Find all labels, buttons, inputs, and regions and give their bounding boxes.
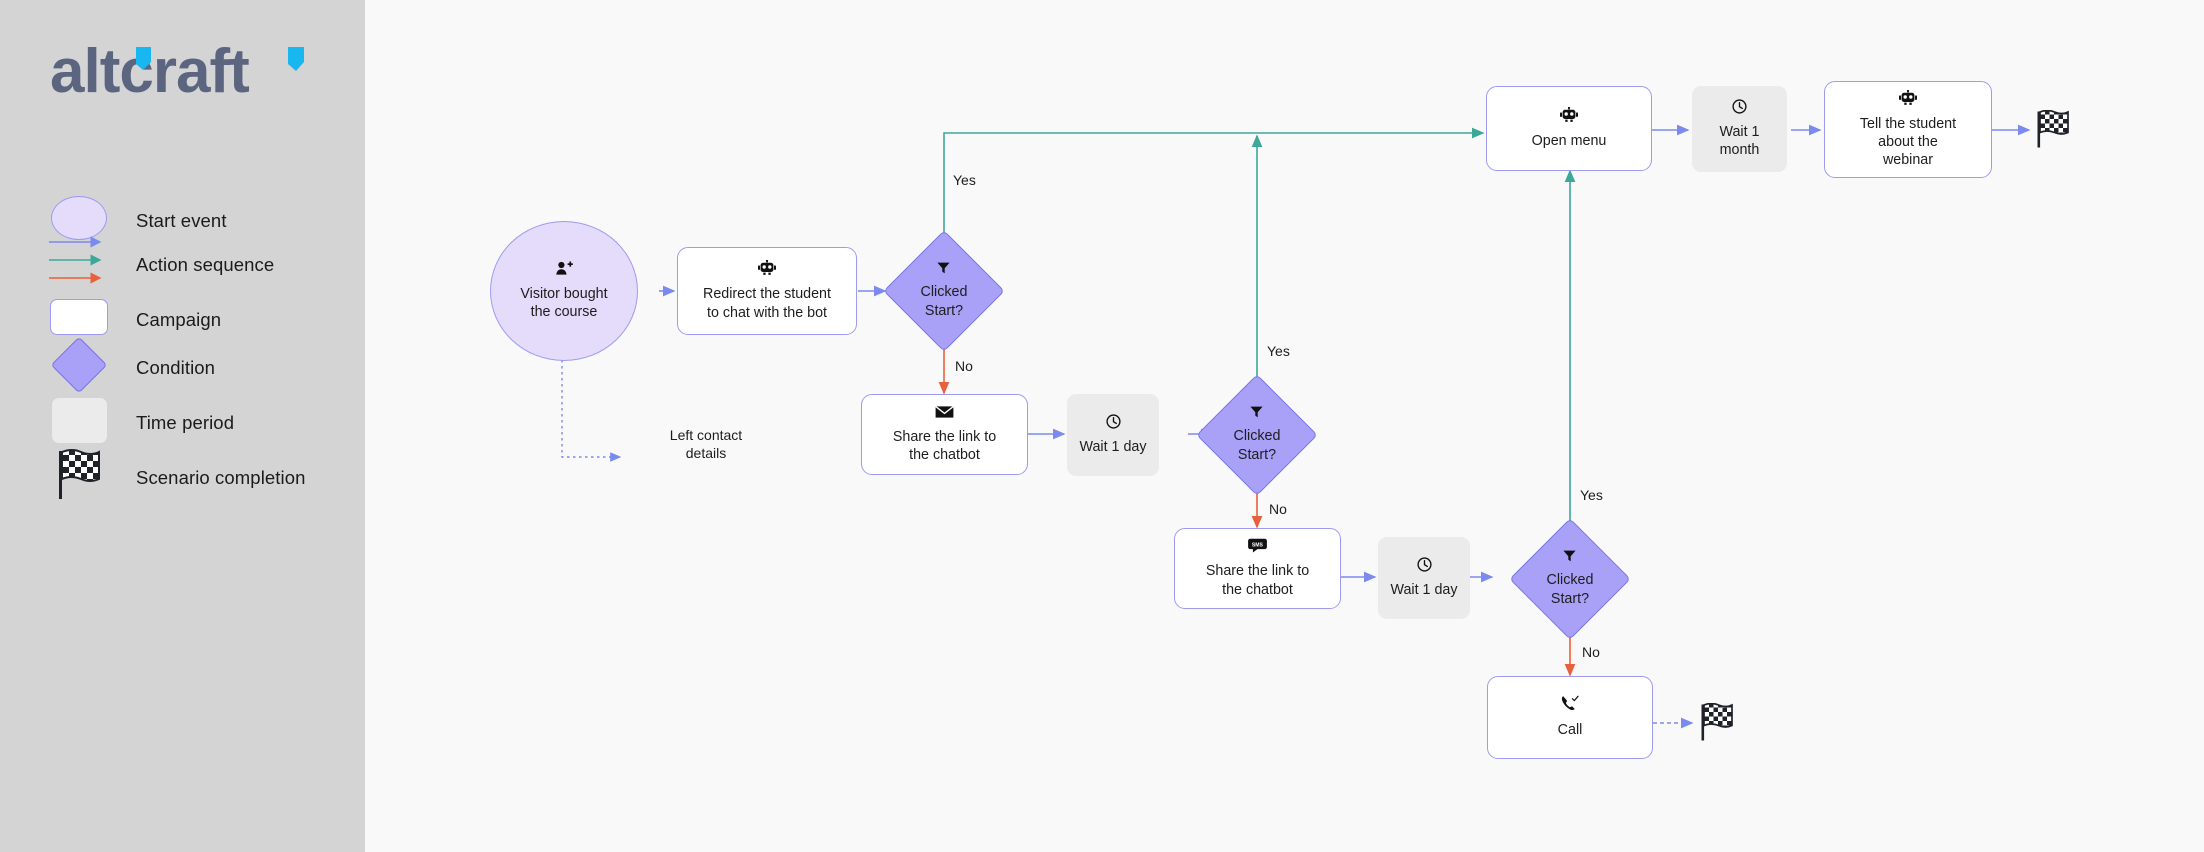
edge-label-yes-1: Yes — [953, 172, 976, 188]
filter-icon — [1250, 406, 1264, 422]
legend-label-time-period: Time period — [136, 412, 235, 433]
node-label: Wait 1 day — [1079, 438, 1147, 455]
gray-rect-shape-icon — [48, 390, 110, 450]
legend-item-scenario-completion: Scenario completion — [0, 445, 365, 505]
clock-icon — [1732, 99, 1747, 118]
node-label: Tell the student about the webinar — [1859, 115, 1957, 169]
person-add-icon — [555, 261, 573, 280]
filter-icon — [1563, 550, 1577, 566]
scenario-diagram-page: altcraft Start event Action sequence Cam… — [0, 0, 2204, 852]
legend-label-campaign: Campaign — [136, 309, 222, 330]
edge-label-no-2: No — [1269, 501, 1287, 517]
node-condition-clicked-start-1[interactable]: Clicked Start? — [883, 230, 1005, 352]
node-condition-clicked-start-2[interactable]: Clicked Start? — [1196, 374, 1318, 496]
legend-item-time-period: Time period — [0, 390, 365, 450]
node-open-menu[interactable]: Open menu — [1486, 86, 1652, 171]
node-label: Clicked Start? — [1546, 572, 1594, 607]
checkered-flag-icon-top — [2036, 109, 2070, 148]
robot-icon — [1899, 89, 1917, 110]
node-label: Call — [1557, 722, 1583, 739]
legend-sidebar: altcraft Start event Action sequence Cam… — [0, 0, 365, 852]
sms-icon: SMS — [1248, 538, 1267, 557]
robot-icon — [1560, 106, 1578, 127]
node-call[interactable]: Call — [1487, 676, 1653, 759]
clock-icon — [1416, 557, 1432, 576]
edge-label-yes-2: Yes — [1267, 343, 1290, 359]
node-label: Share the link to the chatbot — [892, 428, 997, 463]
node-label: Wait 1 month — [1719, 123, 1760, 158]
legend-label-condition: Condition — [136, 357, 216, 378]
node-wait-1-day-1[interactable]: Wait 1 day — [1067, 394, 1159, 476]
node-share-link-sms[interactable]: SMS Share the link to the chatbot — [1174, 528, 1341, 609]
legend-label-scenario-completion: Scenario completion — [136, 467, 306, 488]
node-condition-clicked-start-3[interactable]: Clicked Start? — [1509, 518, 1631, 640]
email-icon — [935, 405, 954, 423]
edge-label-yes-3: Yes — [1580, 487, 1603, 503]
legend-item-action-sequence: Action sequence — [0, 232, 365, 292]
node-tell-about-webinar[interactable]: Tell the student about the webinar — [1824, 81, 1992, 178]
node-start-visitor-bought-course[interactable]: Visitor bought the course — [490, 221, 638, 361]
svg-text:SMS: SMS — [1252, 543, 1264, 549]
node-share-link-email[interactable]: Share the link to the chatbot — [861, 394, 1028, 475]
arrows-icon — [48, 232, 110, 292]
node-wait-1-day-2[interactable]: Wait 1 day — [1378, 537, 1470, 619]
checkered-flag-icon-call — [1700, 702, 1734, 741]
clock-icon — [1105, 414, 1121, 433]
legend-item-condition: Condition — [0, 335, 365, 395]
node-label: Redirect the student to chat with the bo… — [703, 286, 831, 321]
edge-label-no-1: No — [955, 358, 973, 374]
robot-icon — [758, 260, 776, 280]
node-label: Share the link to the chatbot — [1205, 563, 1310, 598]
edge-label-left-contact-details: Left contact details — [669, 427, 743, 461]
edge-label-no-3: No — [1582, 644, 1600, 660]
node-label: Clicked Start? — [920, 284, 968, 319]
checkered-flag-icon — [48, 445, 110, 505]
node-label: Clicked Start? — [1233, 428, 1281, 463]
node-redirect-to-bot[interactable]: Redirect the student to chat with the bo… — [677, 247, 857, 335]
node-label: Wait 1 day — [1390, 581, 1458, 598]
filter-icon — [937, 262, 951, 278]
legend-label-start-event: Start event — [136, 210, 227, 231]
node-label: Visitor bought the course — [520, 285, 608, 320]
node-wait-1-month[interactable]: Wait 1 month — [1692, 86, 1787, 172]
diamond-shape-icon — [48, 335, 110, 395]
legend-label-action-sequence: Action sequence — [136, 254, 275, 275]
altcraft-logo: altcraft — [50, 37, 320, 108]
node-label: Open menu — [1531, 132, 1607, 149]
phone-call-icon — [1561, 695, 1579, 716]
